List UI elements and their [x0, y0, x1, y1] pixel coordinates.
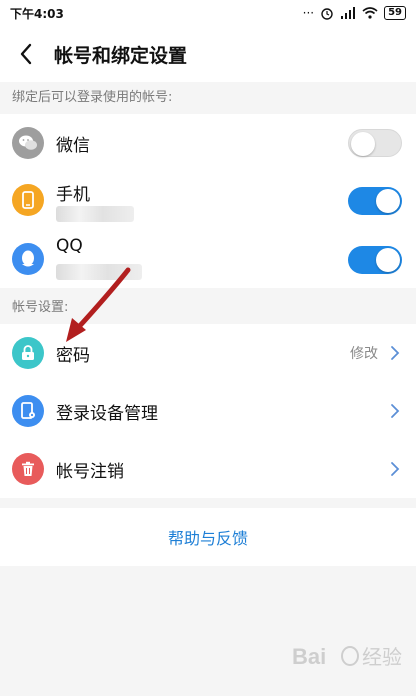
chevron-right-icon — [390, 344, 402, 362]
password-label: 密码 — [56, 345, 90, 366]
baidu-watermark-icon: Bai 经验 — [292, 644, 402, 669]
battery-indicator: 59 — [384, 6, 406, 20]
phone-row: 手机 — [0, 172, 416, 230]
help-feedback-link[interactable]: 帮助与反馈 — [168, 525, 248, 549]
page-title: 帐号和绑定设置 — [54, 44, 188, 67]
qq-icon — [12, 243, 44, 275]
help-card: 帮助与反馈 — [0, 508, 416, 566]
alarm-icon — [321, 8, 333, 20]
device-manage-row[interactable]: 登录设备管理 — [0, 382, 416, 440]
lock-icon — [12, 337, 44, 369]
phone-label: 手机 — [56, 185, 90, 205]
wechat-label: 微信 — [56, 135, 90, 156]
status-bar: 下午4:03 ··· 59 — [0, 0, 416, 26]
chevron-right-icon — [390, 460, 402, 478]
password-row[interactable]: 密码 修改 — [0, 324, 416, 382]
status-time: 下午4:03 — [10, 6, 64, 21]
phone-icon — [12, 184, 44, 216]
dots-icon: ··· — [302, 6, 315, 20]
qq-toggle[interactable] — [348, 246, 402, 274]
chevron-left-icon — [20, 43, 32, 65]
chevron-right-icon — [390, 402, 402, 420]
password-modify-text: 修改 — [350, 346, 378, 362]
qq-row: QQ — [0, 230, 416, 288]
account-section-label: 帐号设置: — [0, 292, 416, 324]
device-manage-label: 登录设备管理 — [56, 403, 158, 424]
svg-text:Bai: Bai — [292, 644, 326, 669]
qq-label: QQ — [56, 236, 83, 256]
wifi-icon — [362, 7, 378, 19]
svg-text:经验: 经验 — [362, 646, 402, 669]
back-button[interactable] — [4, 26, 48, 82]
trash-icon — [12, 453, 44, 485]
account-cancel-row[interactable]: 帐号注销 — [0, 440, 416, 498]
account-settings-card: 密码 修改 登录设备管理 帐号注销 — [0, 324, 416, 498]
phone-number-blurred — [56, 206, 134, 222]
phone-toggle[interactable] — [348, 187, 402, 215]
signal-icon — [341, 7, 356, 19]
wechat-toggle[interactable] — [348, 129, 402, 157]
wechat-row: 微信 — [0, 114, 416, 172]
account-cancel-label: 帐号注销 — [56, 461, 124, 482]
qq-number-blurred — [56, 264, 142, 280]
app-header: 帐号和绑定设置 — [0, 26, 416, 82]
bound-accounts-card: 微信 手机 QQ — [0, 114, 416, 288]
bound-section-label: 绑定后可以登录使用的帐号: — [0, 82, 416, 114]
wechat-icon — [12, 127, 44, 159]
device-manage-icon — [12, 395, 44, 427]
status-icons: ··· 59 — [303, 6, 406, 20]
